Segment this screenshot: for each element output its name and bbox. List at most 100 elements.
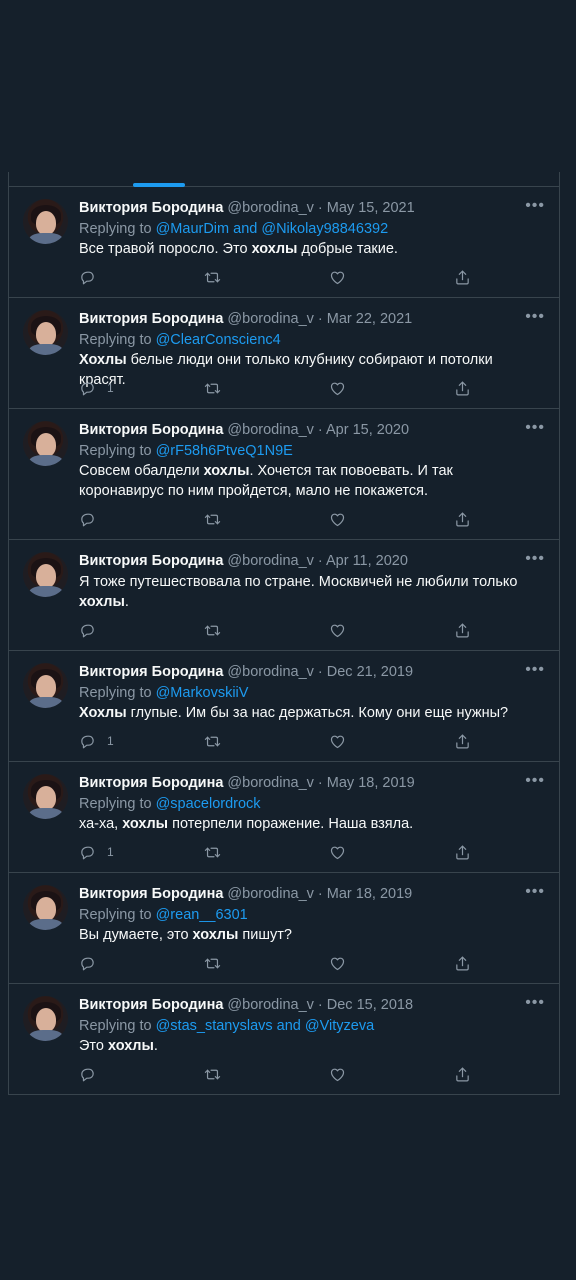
author-name[interactable]: Виктория Бородина [79, 200, 223, 216]
author-handle-date[interactable]: @borodina_v · Dec 21, 2019 [227, 664, 413, 680]
reply-button[interactable] [79, 1066, 107, 1083]
author-handle-date[interactable]: @borodina_v · Apr 15, 2020 [227, 422, 409, 438]
share-icon [456, 270, 469, 284]
author-handle-date[interactable]: @borodina_v · Apr 11, 2020 [227, 553, 408, 569]
reply-button[interactable]: 1 [79, 733, 114, 750]
retweet-button[interactable] [204, 269, 221, 286]
tweet[interactable]: ••• Виктория Бородина @borodina_v · May … [9, 187, 559, 298]
tweet[interactable]: ••• Виктория Бородина @borodina_v · Apr … [9, 540, 559, 651]
retweet-button[interactable] [204, 1066, 221, 1083]
author-name[interactable]: Виктория Бородина [79, 886, 223, 902]
tweet-actions [79, 620, 479, 640]
more-icon[interactable]: ••• [525, 662, 545, 678]
retweet-icon [204, 625, 221, 635]
more-icon[interactable]: ••• [525, 773, 545, 789]
tweet[interactable]: ••• Виктория Бородина @borodina_v · Apr … [9, 409, 559, 540]
author-handle-date[interactable]: @borodina_v · Dec 15, 2018 [227, 997, 413, 1013]
like-button[interactable] [329, 269, 346, 286]
like-button[interactable] [329, 844, 346, 861]
replying-handles[interactable]: @stas_stanyslavs and @Vityzeva [156, 1018, 375, 1034]
retweet-button[interactable] [204, 844, 221, 861]
replying-handles[interactable]: @spacelordrock [156, 796, 261, 812]
tweet[interactable]: ••• Виктория Бородина @borodina_v · Dec … [9, 651, 559, 762]
retweet-button[interactable] [204, 955, 221, 972]
avatar-face [36, 897, 56, 921]
author-handle-date[interactable]: @borodina_v · Mar 22, 2021 [227, 311, 412, 327]
share-button[interactable] [454, 511, 471, 528]
share-icon [456, 734, 469, 748]
more-icon[interactable]: ••• [525, 884, 545, 900]
share-button[interactable] [454, 844, 471, 861]
like-button[interactable] [329, 511, 346, 528]
author-name[interactable]: Виктория Бородина [79, 997, 223, 1013]
author-handle-date[interactable]: @borodina_v · Mar 18, 2019 [227, 886, 412, 902]
more-icon[interactable]: ••• [525, 309, 545, 325]
avatar[interactable] [23, 310, 68, 355]
more-icon[interactable]: ••• [525, 420, 545, 436]
avatar[interactable] [23, 552, 68, 597]
tweet[interactable]: ••• Виктория Бородина @borodina_v · Mar … [9, 298, 559, 409]
share-button[interactable] [454, 1066, 471, 1083]
reply-button[interactable]: 1 [79, 844, 114, 861]
author-name[interactable]: Виктория Бородина [79, 311, 223, 327]
like-button[interactable] [329, 733, 346, 750]
share-button[interactable] [454, 380, 471, 397]
more-icon[interactable]: ••• [525, 551, 545, 567]
tweet-header: Виктория Бородина @borodina_v · May 18, … [79, 772, 543, 794]
more-icon[interactable]: ••• [525, 198, 545, 214]
author-name[interactable]: Виктория Бородина [79, 422, 223, 438]
retweet-button[interactable] [204, 622, 221, 639]
retweet-icon [204, 272, 221, 282]
reply-button[interactable] [79, 622, 107, 639]
reply-button[interactable] [79, 955, 107, 972]
author-name[interactable]: Виктория Бородина [79, 553, 223, 569]
replying-handles[interactable]: @MaurDim and @Nikolay98846392 [156, 221, 389, 237]
avatar-face [36, 211, 56, 235]
tweet-actions [79, 1064, 479, 1084]
retweet-button[interactable] [204, 511, 221, 528]
author-name[interactable]: Виктория Бородина [79, 775, 223, 791]
tweet[interactable]: ••• Виктория Бородина @borodina_v · May … [9, 762, 559, 873]
reply-button[interactable] [79, 511, 107, 528]
share-button[interactable] [454, 955, 471, 972]
reply-count: 1 [107, 845, 114, 859]
replying-handles[interactable]: @ClearConscienc4 [156, 332, 281, 348]
share-button[interactable] [454, 269, 471, 286]
tweet[interactable]: ••• Виктория Бородина @borodina_v · Mar … [9, 873, 559, 984]
share-icon [456, 956, 469, 970]
avatar[interactable] [23, 663, 68, 708]
reply-icon [81, 382, 94, 395]
like-button[interactable] [329, 1066, 346, 1083]
replying-handles[interactable]: @rean__6301 [156, 907, 248, 923]
tweet-header: Виктория Бородина @borodina_v · Dec 15, … [79, 994, 543, 1016]
retweet-button[interactable] [204, 380, 221, 397]
reply-button[interactable]: 1 [79, 380, 114, 397]
reply-button[interactable] [79, 269, 107, 286]
avatar[interactable] [23, 421, 68, 466]
author-handle-date[interactable]: @borodina_v · May 15, 2021 [227, 200, 414, 216]
retweet-button[interactable] [204, 733, 221, 750]
tweet-actions: 1 [79, 842, 479, 862]
more-icon[interactable]: ••• [525, 995, 545, 1011]
like-button[interactable] [329, 380, 346, 397]
like-button[interactable] [329, 622, 346, 639]
author-handle-date[interactable]: @borodina_v · May 18, 2019 [227, 775, 414, 791]
avatar[interactable] [23, 199, 68, 244]
replying-handles[interactable]: @rF58h6PtveQ1N9E [156, 443, 293, 459]
tweet-text-bold: хохлы [251, 241, 298, 257]
share-button[interactable] [454, 622, 471, 639]
avatar-shirt [29, 586, 63, 597]
share-button[interactable] [454, 733, 471, 750]
tweet[interactable]: ••• Виктория Бородина @borodina_v · Dec … [9, 984, 559, 1095]
author-name[interactable]: Виктория Бородина [79, 664, 223, 680]
replying-handles[interactable]: @MarkovskiiV [156, 685, 249, 701]
retweet-icon [204, 514, 221, 524]
replying-prefix: Replying to [79, 332, 152, 348]
avatar[interactable] [23, 885, 68, 930]
avatar[interactable] [23, 996, 68, 1041]
tweet-actions [79, 509, 479, 529]
avatar[interactable] [23, 774, 68, 819]
like-button[interactable] [329, 955, 346, 972]
tweet-header: Виктория Бородина @borodina_v · Dec 21, … [79, 661, 543, 683]
avatar-face [36, 675, 56, 699]
